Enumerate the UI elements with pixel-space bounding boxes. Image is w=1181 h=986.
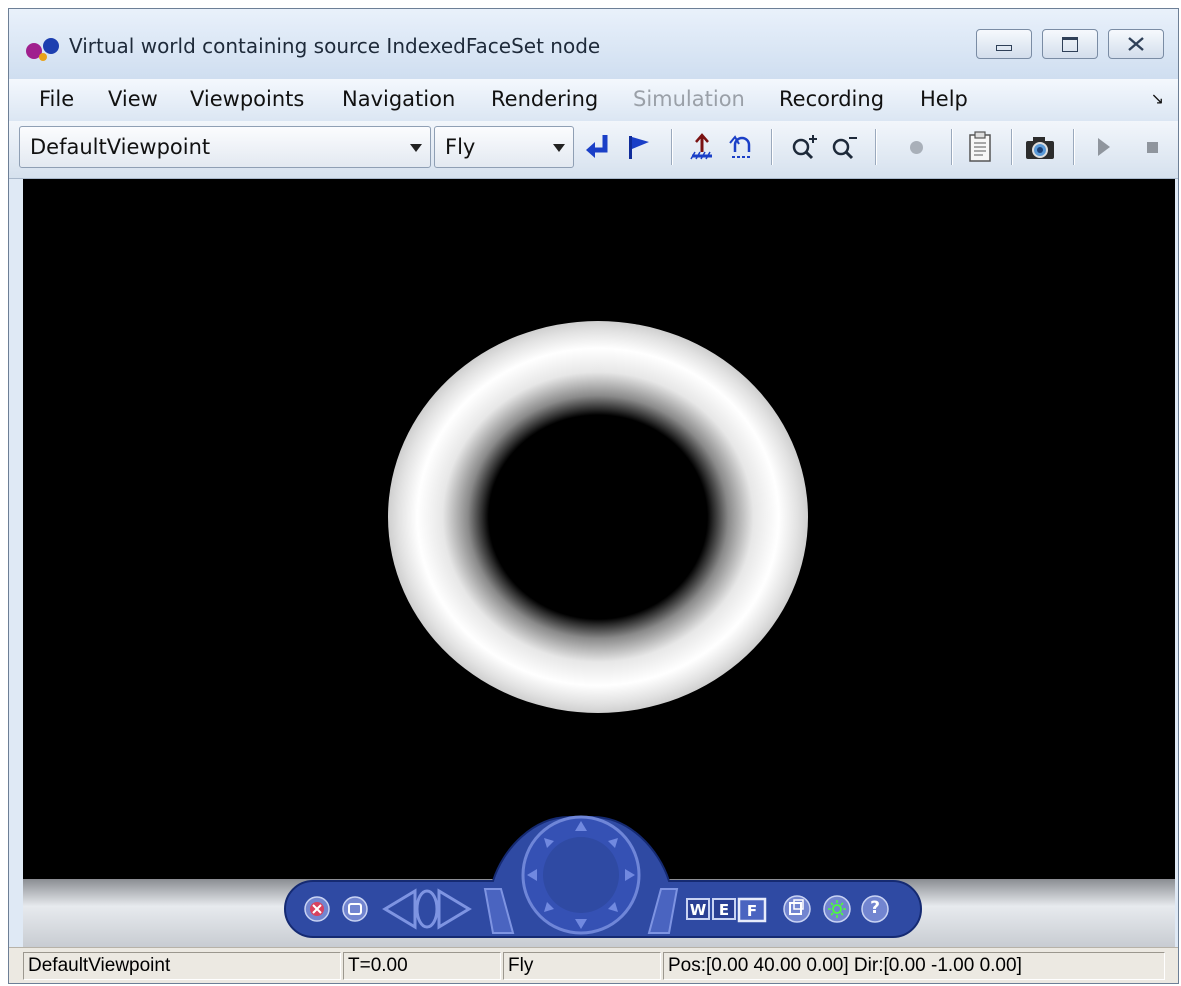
- navigation-wheel[interactable]: [521, 815, 641, 935]
- status-navigation-mode: Fly: [503, 952, 661, 980]
- status-bar: DefaultViewpoint T=0.00 Fly Pos:[0.00 40…: [9, 947, 1178, 983]
- help-label: ?: [870, 898, 880, 918]
- menu-simulation: Simulation: [633, 87, 745, 111]
- status-position: Pos:[0.00 40.00 0.00] Dir:[0.00 -1.00 0.…: [663, 952, 1165, 980]
- toolbar-toggle-icon[interactable]: ↘: [1151, 89, 1164, 108]
- menu-rendering[interactable]: Rendering: [491, 87, 598, 111]
- chevron-down-icon: [553, 144, 565, 152]
- return-arrow-icon: [586, 135, 608, 158]
- document-icon: [969, 131, 991, 162]
- zoom-out-icon: [832, 137, 857, 160]
- viewpoint-select-value: DefaultViewpoint: [30, 135, 211, 159]
- undo-move-icon: [729, 135, 752, 158]
- viewpoint-select[interactable]: DefaultViewpoint: [19, 126, 431, 168]
- camera-icon: [1026, 137, 1054, 159]
- record-icon: [909, 140, 923, 154]
- walk-mode-label: W: [689, 901, 707, 919]
- hide-panel-button[interactable]: [304, 896, 330, 922]
- scene-viewport[interactable]: [23, 179, 1175, 879]
- menu-viewpoints[interactable]: Viewpoints: [190, 87, 304, 111]
- straighten-up-button[interactable]: [683, 127, 721, 167]
- window-title: Virtual world containing source IndexedF…: [69, 34, 601, 58]
- menu-navigation[interactable]: Navigation: [342, 87, 455, 111]
- create-viewpoint-button[interactable]: [619, 127, 657, 167]
- zoom-in-icon: [792, 135, 817, 160]
- toolbar-separator: [771, 129, 772, 165]
- menu-bar: File View Viewpoints Navigation Renderin…: [9, 79, 1178, 121]
- record-button[interactable]: [897, 127, 935, 167]
- fly-mode-label: F: [746, 902, 758, 920]
- close-button[interactable]: [1108, 29, 1164, 59]
- zoom-in-button[interactable]: [785, 127, 823, 167]
- navigation-panel: [284, 815, 922, 938]
- straighten-up-icon: [690, 133, 712, 160]
- vrml-editor-button[interactable]: [961, 127, 999, 167]
- menu-recording[interactable]: Recording: [779, 87, 884, 111]
- headlight-toggle-button[interactable]: [823, 895, 851, 923]
- close-icon: [1128, 37, 1144, 51]
- panel-mode-button[interactable]: [342, 896, 368, 922]
- return-to-viewpoint-button[interactable]: [579, 127, 617, 167]
- minimize-icon: [996, 45, 1012, 51]
- menu-view[interactable]: View: [108, 87, 158, 111]
- status-time: T=0.00: [343, 952, 501, 980]
- start-simulation-button[interactable]: [1085, 127, 1123, 167]
- toolbar-separator: [1011, 129, 1012, 165]
- flag-icon: [629, 136, 649, 159]
- title-bar: Virtual world containing source IndexedF…: [9, 9, 1178, 79]
- maximize-icon: [1062, 36, 1078, 52]
- toolbar-separator: [1073, 129, 1074, 165]
- navigation-mode-select-value: Fly: [445, 135, 476, 159]
- status-viewpoint: DefaultViewpoint: [23, 952, 341, 980]
- toolbar-separator: [875, 129, 876, 165]
- stop-simulation-button[interactable]: [1133, 127, 1171, 167]
- snapshot-button[interactable]: [1021, 127, 1059, 167]
- menu-help[interactable]: Help: [920, 87, 968, 111]
- menu-file[interactable]: File: [39, 87, 74, 111]
- straighten-button[interactable]: [783, 895, 811, 923]
- toolbar-separator: [951, 129, 952, 165]
- chevron-down-icon: [410, 144, 422, 152]
- torus-shape: [388, 321, 808, 713]
- minimize-button[interactable]: [976, 29, 1032, 59]
- undo-move-button[interactable]: [723, 127, 761, 167]
- navigation-panel-bar: W E F ?: [23, 815, 1175, 947]
- toolbar: DefaultViewpoint Fly: [9, 121, 1178, 179]
- toolbar-separator: [671, 129, 672, 165]
- app-logo-icon: [26, 38, 59, 61]
- play-icon: [1098, 138, 1110, 156]
- vr-viewer-window: Virtual world containing source IndexedF…: [8, 8, 1179, 984]
- stop-icon: [1146, 141, 1158, 153]
- zoom-out-button[interactable]: [825, 127, 863, 167]
- examine-mode-label: E: [718, 901, 730, 919]
- maximize-button[interactable]: [1042, 29, 1098, 59]
- navigation-mode-select[interactable]: Fly: [434, 126, 574, 168]
